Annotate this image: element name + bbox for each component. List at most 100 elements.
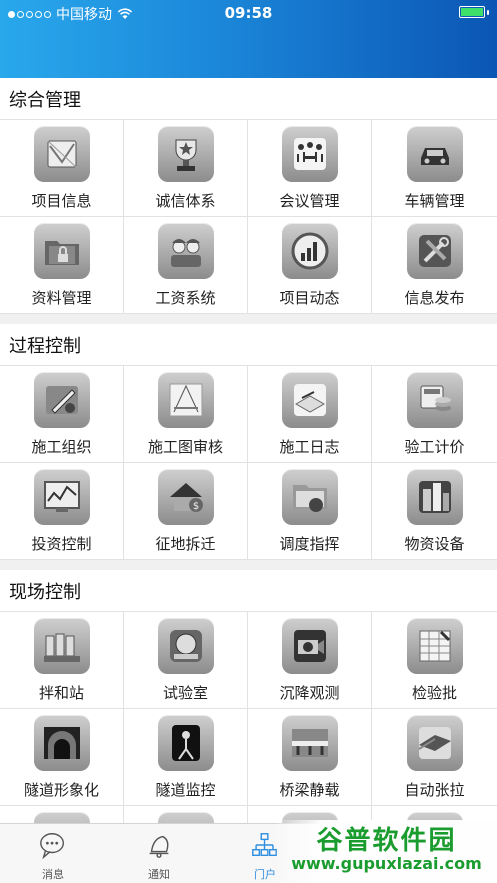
module-grid: 拌和站 试验室 沉降观测 检验批隧道形象化 隧道监控 桥梁静载 自动张拉 [0, 612, 497, 823]
workers-icon [157, 223, 214, 279]
module-label: 调度指挥 [279, 535, 340, 553]
instrument-icon [157, 618, 214, 674]
tunnel-icon [33, 715, 90, 771]
header-banner: 中国移动 09:58 [0, 0, 497, 78]
module-tile[interactable]: 拌和站 [0, 612, 124, 709]
module-label: 检验批 [411, 684, 457, 702]
module-label: 诚信体系 [155, 192, 216, 210]
tab-label: 消息 [42, 868, 64, 881]
module-tile[interactable]: 施工组织 [0, 366, 124, 463]
locked-folder-icon [33, 223, 90, 279]
module-label: 项目动态 [279, 289, 340, 307]
section-title: 现场控制 [0, 570, 497, 612]
module-tile[interactable]: 施工日志 [248, 366, 372, 463]
silos-icon [33, 618, 90, 674]
site-watermark: 谷普软件园 www.gupuxlazai.com [276, 820, 497, 883]
module-label: 会议管理 [279, 192, 340, 210]
battery-icon [459, 6, 489, 18]
drafting-icon [157, 372, 214, 428]
module-tile[interactable]: 沉降观测 [248, 612, 372, 709]
module-label: 试验室 [162, 684, 208, 702]
module-label: 沉降观测 [279, 684, 340, 702]
pencil-ruler-icon [33, 372, 90, 428]
bar-gauge-icon [281, 223, 338, 279]
buildings-icon [406, 469, 463, 525]
tab-1[interactable]: 通知 [106, 824, 212, 883]
module-grid: 施工组织 施工图审核 施工日志 验工计价投资控制 $ 征地拆迁 调度指挥 物资设备 [0, 366, 497, 560]
tools-icon [406, 223, 463, 279]
module-label: 资料管理 [31, 289, 92, 307]
module-label: 信息发布 [404, 289, 465, 307]
partial-icon [157, 812, 214, 823]
bell-icon [144, 830, 174, 864]
module-label: 自动张拉 [404, 781, 465, 799]
tab-0[interactable]: 消息 [0, 824, 106, 883]
trophy-icon [157, 126, 214, 182]
section-gap [0, 314, 497, 324]
calculator-coins-icon [406, 372, 463, 428]
car-icon [406, 126, 463, 182]
monitor-chart-icon [33, 469, 90, 525]
module-tile[interactable]: 验工计价 [372, 366, 497, 463]
module-tile[interactable]: 项目信息 [0, 120, 124, 217]
section-gap [0, 560, 497, 570]
section-1: 综合管理 项目信息 诚信体系 会议管理 车辆管理资料管理 工资系统 项目动态 信息发布 [0, 78, 497, 314]
module-tile[interactable]: 项目动态 [248, 217, 372, 314]
module-tile[interactable]: 会议管理 [248, 120, 372, 217]
module-label: 施工图审核 [147, 438, 223, 456]
open-book-icon [281, 372, 338, 428]
module-tile[interactable]: 物资设备 [372, 463, 497, 560]
module-tile[interactable] [124, 806, 248, 823]
module-tile[interactable]: 隧道形象化 [0, 709, 124, 806]
section-title: 过程控制 [0, 324, 497, 366]
bridge-icon [281, 715, 338, 771]
module-label: 隧道监控 [155, 781, 216, 799]
module-tile[interactable]: 检验批 [372, 612, 497, 709]
module-label: 施工日志 [279, 438, 340, 456]
module-tile[interactable]: 自动张拉 [372, 709, 497, 806]
surveyor-icon [157, 715, 214, 771]
module-label: 拌和站 [38, 684, 84, 702]
module-label: 施工组织 [31, 438, 92, 456]
module-label: 投资控制 [31, 535, 92, 553]
portal-content: 综合管理 项目信息 诚信体系 会议管理 车辆管理资料管理 工资系统 项目动态 信息发布过程控制… [0, 78, 497, 823]
tab-label: 通知 [148, 868, 170, 881]
chat-bubble-icon [38, 830, 68, 864]
meeting-icon [281, 126, 338, 182]
steel-beam-icon [406, 715, 463, 771]
project-map-icon [33, 126, 90, 182]
module-label: 征地拆迁 [155, 535, 216, 553]
module-tile[interactable]: 施工图审核 [124, 366, 248, 463]
status-time: 09:58 [224, 4, 273, 22]
module-tile[interactable]: 调度指挥 [248, 463, 372, 560]
module-label: 工资系统 [155, 289, 216, 307]
section-3: 现场控制拌和站 试验室 沉降观测 检验批隧道形象化 隧道监控 桥梁静载 自动张拉 [0, 570, 497, 823]
module-tile[interactable]: 工资系统 [124, 217, 248, 314]
module-label: 验工计价 [404, 438, 465, 456]
module-label: 隧道形象化 [23, 781, 99, 799]
module-tile[interactable]: 隧道监控 [124, 709, 248, 806]
module-tile[interactable]: 信息发布 [372, 217, 497, 314]
partial-icon [33, 812, 90, 823]
module-tile[interactable]: 诚信体系 [124, 120, 248, 217]
module-tile[interactable]: 试验室 [124, 612, 248, 709]
camera-icon [281, 618, 338, 674]
svg-text:$: $ [192, 501, 198, 512]
section-title: 综合管理 [0, 78, 497, 120]
module-tile[interactable]: $ 征地拆迁 [124, 463, 248, 560]
module-label: 物资设备 [404, 535, 465, 553]
spreadsheet-icon [406, 618, 463, 674]
app-screen: 中国移动 09:58 综合管理 项目信息 诚信体系 会议管理 车辆管理 资料管理 工资系统项… [0, 0, 497, 883]
tab-label: 门户 [254, 868, 276, 881]
module-grid: 项目信息 诚信体系 会议管理 车辆管理资料管理 工资系统 项目动态 信息发布 [0, 120, 497, 314]
status-bar: 中国移动 09:58 [0, 0, 497, 26]
module-label: 桥梁静载 [279, 781, 340, 799]
watermark-url: www.gupuxlazai.com [291, 854, 482, 873]
house-money-icon: $ [157, 469, 214, 525]
module-tile[interactable]: 桥梁静载 [248, 709, 372, 806]
module-tile[interactable]: 资料管理 [0, 217, 124, 314]
folder-globe-icon [281, 469, 338, 525]
module-tile[interactable]: 投资控制 [0, 463, 124, 560]
module-tile[interactable] [0, 806, 124, 823]
module-tile[interactable]: 车辆管理 [372, 120, 497, 217]
